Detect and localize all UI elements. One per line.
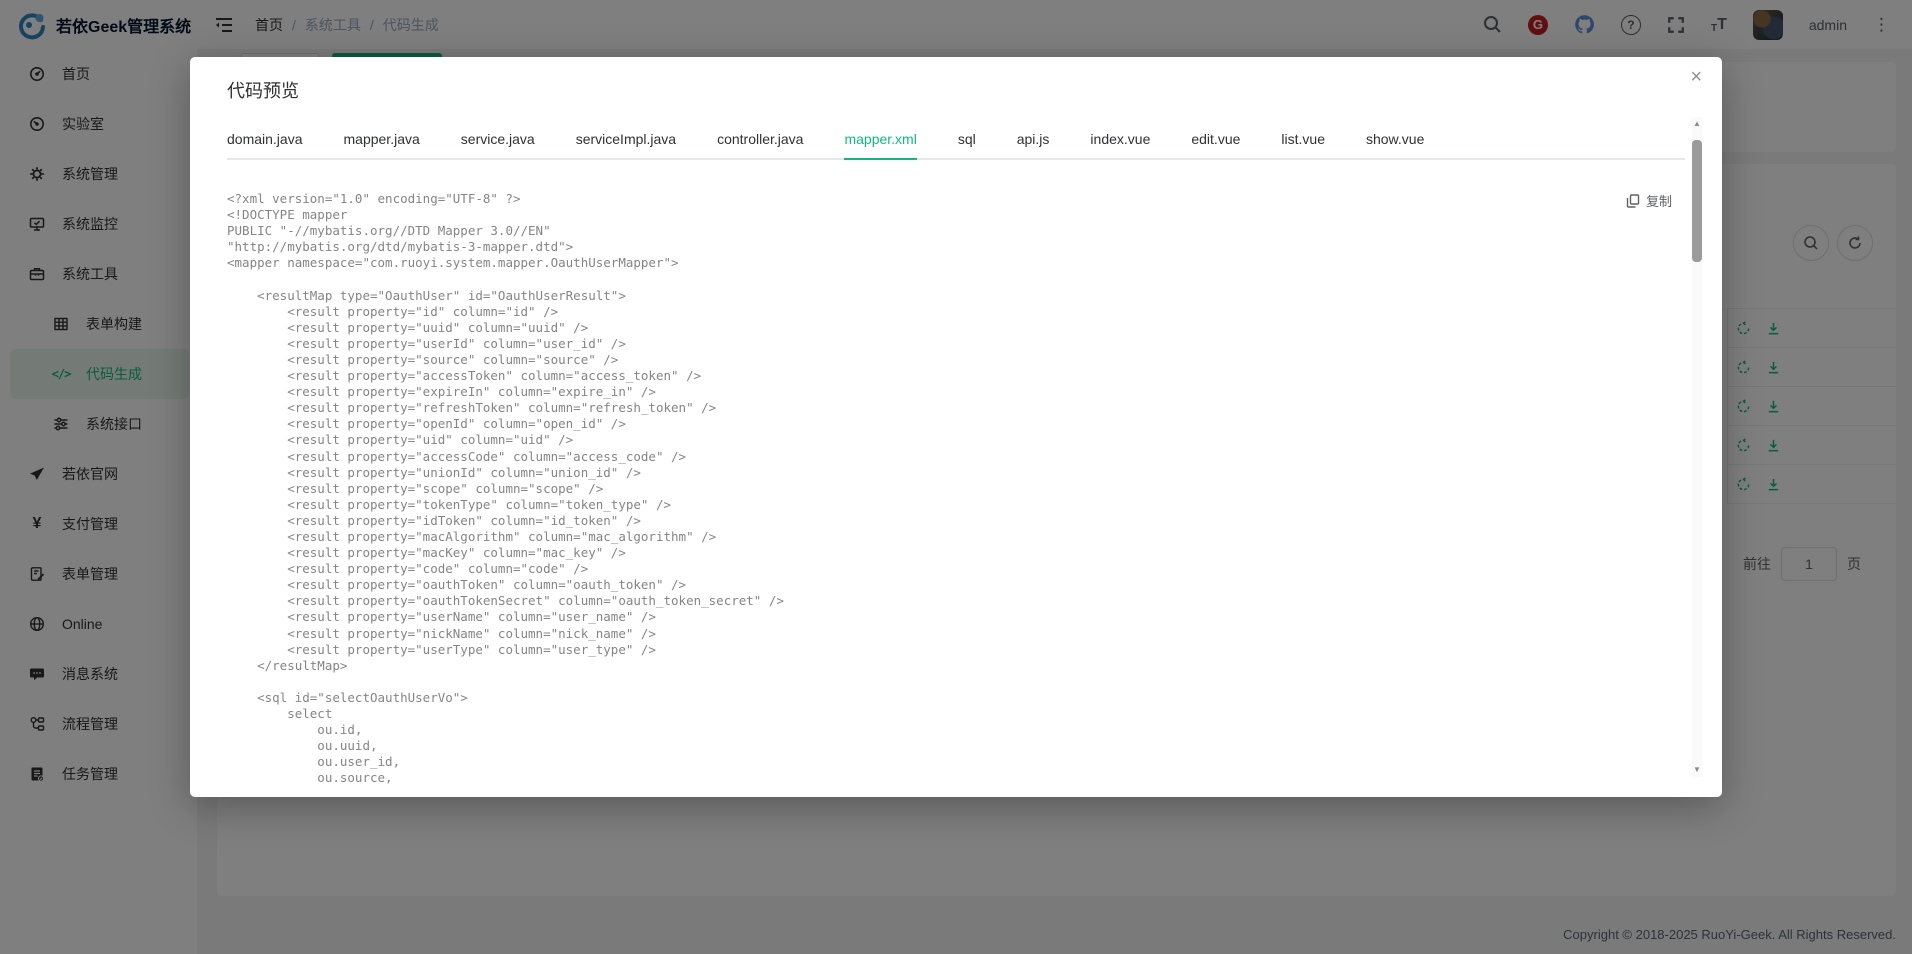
tab-sql[interactable]: sql <box>958 131 976 158</box>
code-content: <?xml version="1.0" encoding="UTF-8" ?> … <box>227 191 1660 789</box>
code-scrollbar[interactable]: ▲ ▼ <box>1692 117 1702 777</box>
tab-controller.java[interactable]: controller.java <box>717 131 803 158</box>
scrollbar-thumb[interactable] <box>1692 140 1702 262</box>
close-icon[interactable]: × <box>1690 67 1702 87</box>
scroll-up-icon[interactable]: ▲ <box>1692 119 1702 129</box>
tab-serviceImpl.java[interactable]: serviceImpl.java <box>576 131 676 158</box>
tab-mapper.java[interactable]: mapper.java <box>344 131 420 158</box>
tab-mapper.xml[interactable]: mapper.xml <box>844 131 916 160</box>
tab-list.vue[interactable]: list.vue <box>1281 131 1325 158</box>
tab-domain.java[interactable]: domain.java <box>227 131 303 158</box>
dialog-title: 代码预览 <box>227 77 299 103</box>
code-file-tabs: domain.java mapper.java service.java servic… <box>227 131 1685 160</box>
code-preview-dialog: 代码预览 × domain.java mapper.java service.jav… <box>190 57 1722 797</box>
tab-service.java[interactable]: service.java <box>461 131 535 158</box>
tab-show.vue[interactable]: show.vue <box>1366 131 1424 158</box>
tab-index.vue[interactable]: index.vue <box>1090 131 1150 158</box>
scroll-down-icon[interactable]: ▼ <box>1692 765 1702 775</box>
tab-edit.vue[interactable]: edit.vue <box>1191 131 1240 158</box>
tab-api.js[interactable]: api.js <box>1017 131 1050 158</box>
